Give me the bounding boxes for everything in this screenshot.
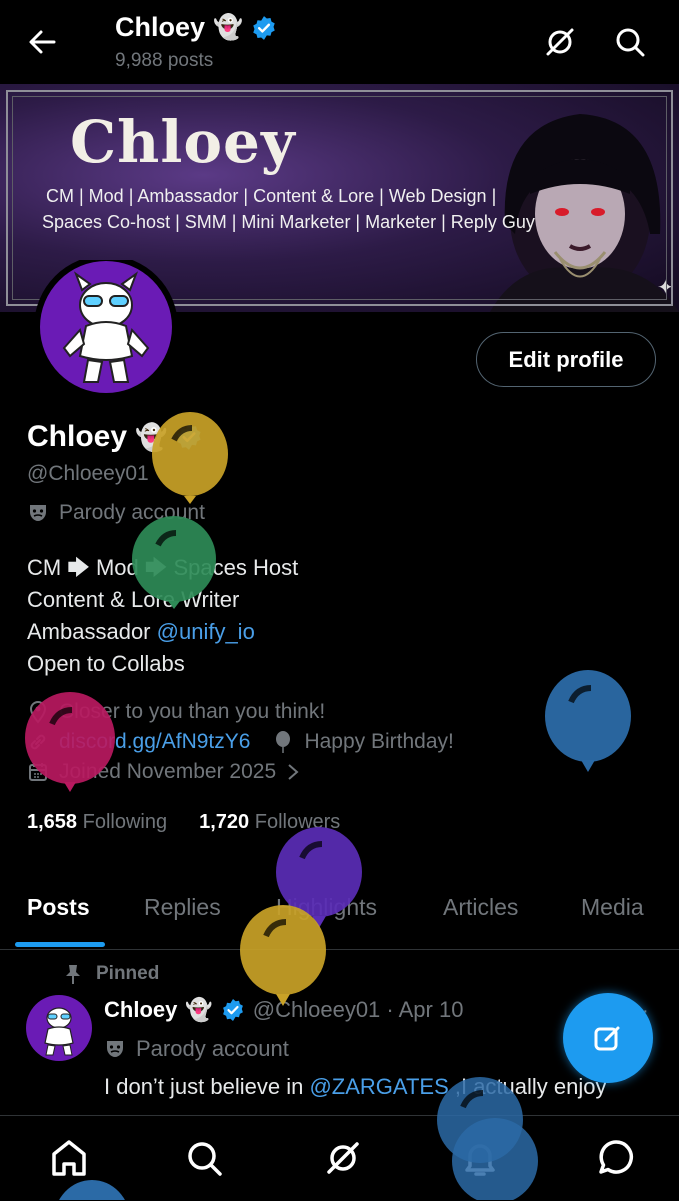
banner-title: Chloey: [70, 108, 296, 176]
ghost-emoji: 👻: [213, 14, 243, 41]
post-count: 9,988 posts: [115, 50, 214, 71]
bio-line-4: Open to Collabs: [27, 651, 185, 676]
balloon-green: [132, 516, 216, 609]
bio-mention-link[interactable]: @unify_io: [157, 619, 255, 644]
post-text-prefix: I don’t just believe in: [104, 1074, 310, 1099]
banner-roles-line1: CM | Mod | Ambassador | Content & Lore |…: [46, 186, 497, 206]
following-link[interactable]: 1,658 Following: [27, 811, 167, 834]
home-icon[interactable]: [49, 1136, 89, 1180]
bio-line-3: Ambassador @unify_io: [27, 616, 298, 648]
chevron-right-icon: [288, 764, 299, 780]
profile-handle: @Chloeey01: [27, 462, 149, 485]
bio-cm: CM: [27, 555, 62, 580]
profile-avatar[interactable]: [24, 260, 188, 394]
post-author-avatar[interactable]: [26, 995, 92, 1061]
profile-name-text: Chloey: [27, 420, 128, 453]
arrow-right-icon: 🡆: [67, 555, 90, 580]
pin-icon: [66, 965, 80, 984]
post-mention-link[interactable]: @ZARGATES: [309, 1074, 448, 1099]
bio-ambassador: Ambassador: [27, 619, 151, 644]
tab-media[interactable]: Media: [581, 894, 644, 921]
post-text: I don’t just believe in @ZARGATES ,I act…: [104, 1074, 607, 1100]
ghost-emoji: 👻: [185, 997, 213, 1022]
compose-icon: [594, 1026, 620, 1051]
balloon-blue-4: [59, 1180, 125, 1200]
post-parody-label: Parody account: [104, 1036, 289, 1062]
banner-roles-line2: Spaces Co-host | SMM | Mini Marketer | M…: [42, 212, 535, 232]
theater-mask-icon: [30, 505, 46, 521]
theater-mask-icon: [107, 1041, 123, 1057]
pinned-label: Pinned: [64, 963, 159, 985]
following-count: 1,658: [27, 811, 78, 833]
balloon-blue-3: [452, 1118, 538, 1200]
header-name-text: Chloey: [115, 12, 206, 42]
search-icon[interactable]: [610, 22, 650, 62]
verified-badge-icon: [253, 15, 275, 40]
following-label: Following: [82, 811, 168, 833]
tabs-divider: [0, 949, 679, 950]
search-icon[interactable]: [184, 1136, 224, 1180]
pinned-text: Pinned: [96, 963, 160, 984]
tab-posts[interactable]: Posts: [27, 894, 90, 921]
balloon-yellow: [152, 412, 228, 504]
balloon-icon: [276, 731, 291, 753]
post-author-name[interactable]: Chloey: [104, 997, 177, 1023]
post-parody-text: Parody account: [136, 1036, 289, 1061]
tab-replies[interactable]: Replies: [144, 894, 221, 921]
grok-icon[interactable]: [323, 1136, 363, 1180]
grok-icon[interactable]: [540, 22, 580, 62]
active-tab-indicator: [15, 942, 105, 947]
balloon-pink: [25, 692, 115, 792]
compose-button[interactable]: [563, 993, 653, 1083]
back-arrow-icon[interactable]: [22, 22, 62, 62]
messages-icon[interactable]: [596, 1136, 636, 1180]
balloon-blue: [545, 670, 631, 772]
edit-profile-button[interactable]: Edit profile: [476, 332, 656, 387]
birthday-text: Happy Birthday!: [304, 730, 454, 753]
header-name: Chloey 👻: [115, 12, 277, 43]
tab-articles[interactable]: Articles: [443, 894, 518, 921]
followers-count: 1,720: [199, 811, 250, 833]
balloon-yellow-2: [240, 905, 326, 1006]
